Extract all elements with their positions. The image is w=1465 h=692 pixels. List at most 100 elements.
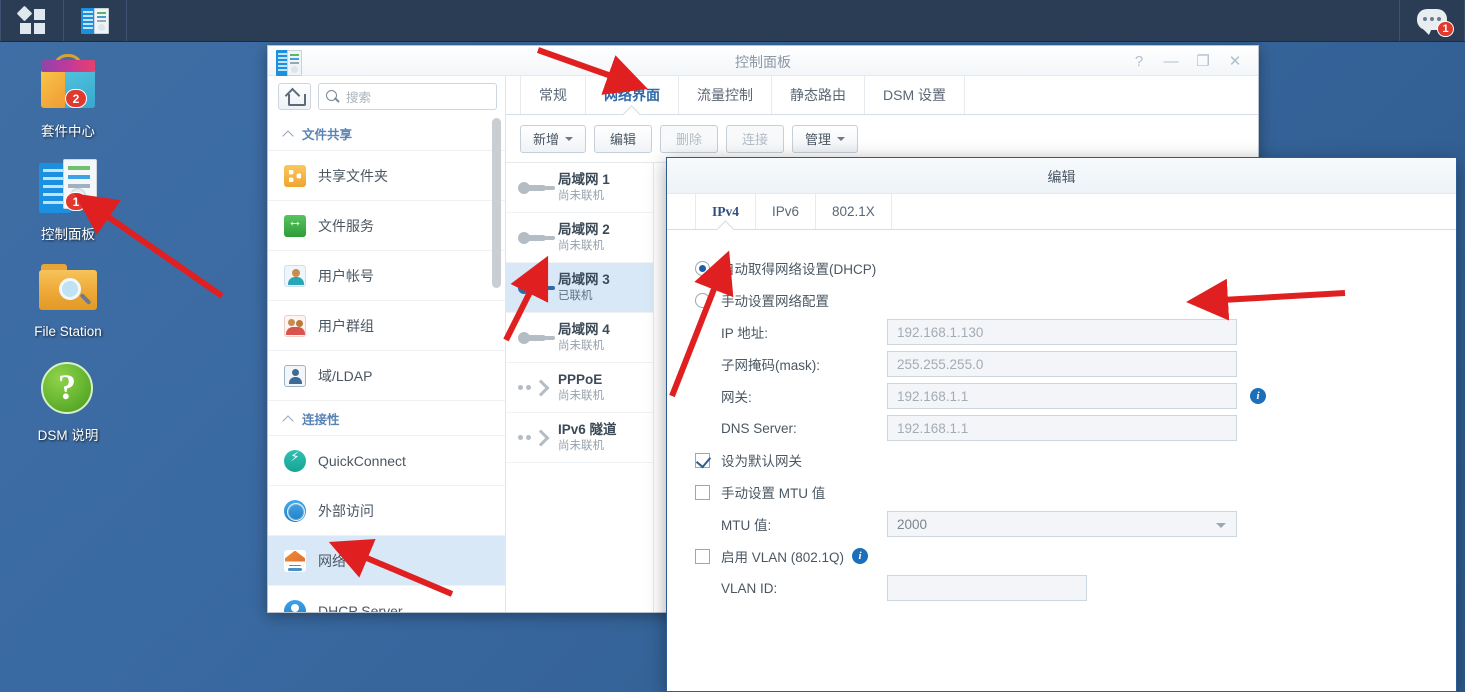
control-panel-titlebar[interactable]: 控制面板 ? — ❐ ✕ (268, 46, 1258, 76)
info-icon[interactable]: i (852, 548, 869, 564)
notification-badge: 1 (1437, 21, 1454, 37)
checkbox-manual-mtu[interactable] (695, 484, 710, 500)
delete-button[interactable]: 删除 (660, 124, 719, 153)
interface-name: 局域网 1 (558, 172, 610, 187)
default-gateway-label: 设为默认网关 (721, 454, 802, 469)
interface-name: IPv6 隧道 (558, 422, 617, 437)
radio-manual[interactable] (695, 292, 710, 308)
chevron-down-icon (1216, 523, 1226, 528)
home-button[interactable] (278, 83, 311, 110)
edit-button[interactable]: 编辑 (594, 124, 653, 153)
sidebar-group-file-sharing[interactable]: 文件共享 (268, 116, 505, 151)
sidebar-item-user-group[interactable]: 用户群组 (268, 301, 505, 351)
lan-icon (518, 179, 548, 197)
network-interface-list: 局域网 1 尚未联机 局域网 2 尚未联机 局域网 3 已联机 局域网 4 尚未… (506, 163, 654, 612)
interface-row-lan4[interactable]: 局域网 4 尚未联机 (506, 313, 653, 363)
window-title: 控制面板 (735, 54, 791, 70)
sidebar-item-dhcp-server[interactable]: DHCP Server (268, 586, 505, 612)
interface-row-ipv6-tunnel[interactable]: IPv6 隧道 尚未联机 (506, 413, 653, 463)
tab-8021x[interactable]: 802.1X (816, 194, 892, 229)
sidebar-item-network[interactable]: 网络 (268, 536, 505, 586)
sidebar-group-label: 文件共享 (302, 128, 353, 142)
tab-general[interactable]: 常规 (520, 76, 586, 114)
desktop-icon-dsm-help[interactable]: ? DSM 说明 (8, 356, 128, 444)
taskbar: 1 (0, 0, 1465, 42)
desktop-icon-control-panel[interactable]: 1 控制面板 (8, 155, 128, 243)
domain-ldap-icon (284, 364, 306, 387)
chevron-down-icon (565, 136, 574, 141)
file-service-icon (284, 213, 306, 237)
sidebar-item-label: 文件服务 (318, 217, 374, 234)
tab-network-interface[interactable]: 网络界面 (586, 76, 679, 114)
external-access-icon (284, 499, 306, 522)
vlan-id-input[interactable] (887, 575, 1087, 601)
interface-row-lan2[interactable]: 局域网 2 尚未联机 (506, 213, 653, 263)
tab-ipv4[interactable]: IPv4 (695, 194, 756, 229)
file-station-icon (35, 256, 101, 318)
desktop-icon-package-center[interactable]: 2 套件中心 (8, 52, 128, 140)
user-group-icon (284, 314, 306, 337)
edit-dialog-tabs: IPv4 IPv6 802.1X (667, 194, 1456, 230)
help-button[interactable]: ? (1124, 47, 1154, 75)
manage-button[interactable]: 管理 (792, 124, 859, 153)
radio-dhcp-label: 自动取得网络设置(DHCP) (721, 262, 877, 277)
sidebar-item-quickconnect[interactable]: QuickConnect (268, 436, 505, 486)
subnet-mask-input[interactable]: 255.255.255.0 (887, 351, 1237, 377)
radio-dhcp[interactable] (695, 260, 710, 276)
interface-name: 局域网 4 (558, 322, 610, 337)
dsm-help-icon: ? (35, 356, 101, 418)
sidebar-scrollbar-thumb[interactable] (492, 118, 501, 288)
tab-ipv6[interactable]: IPv6 (756, 194, 817, 229)
checkbox-default-gateway[interactable] (695, 452, 710, 468)
interface-row-lan1[interactable]: 局域网 1 尚未联机 (506, 163, 653, 213)
connect-button[interactable]: 连接 (726, 124, 785, 153)
sidebar-item-external-access[interactable]: 外部访问 (268, 486, 505, 536)
control-panel-tabs: 常规 网络界面 流量控制 静态路由 DSM 设置 (506, 76, 1258, 115)
connection-icon (518, 429, 548, 447)
mtu-value-select[interactable]: 2000 (887, 511, 1237, 537)
taskbar-item-control-panel[interactable] (64, 0, 126, 41)
radio-manual-label: 手动设置网络配置 (721, 294, 829, 309)
control-panel-toolbar: 新增 编辑 删除 连接 管理 (506, 115, 1258, 163)
close-button[interactable]: ✕ (1220, 47, 1250, 75)
control-panel-icon (81, 7, 109, 34)
notification-button[interactable]: 1 (1400, 0, 1464, 41)
sidebar-item-file-service[interactable]: 文件服务 (268, 201, 505, 251)
sidebar-item-shared-folder[interactable]: 共享文件夹 (268, 151, 505, 201)
field-row-ip-address: IP 地址: 192.168.1.130 (695, 316, 1456, 348)
tab-dsm-settings[interactable]: DSM 设置 (865, 76, 965, 114)
interface-row-pppoe[interactable]: PPPoE 尚未联机 (506, 363, 653, 413)
sidebar-item-user-account[interactable]: 用户帐号 (268, 251, 505, 301)
maximize-button[interactable]: ❐ (1188, 47, 1218, 75)
create-button-label: 新增 (533, 132, 560, 147)
taskbar-right-area: 1 (1399, 0, 1465, 41)
sidebar-item-domain-ldap[interactable]: 域/LDAP (268, 351, 505, 401)
manage-button-label: 管理 (805, 132, 832, 147)
search-input[interactable]: 搜索 (318, 83, 497, 110)
interface-row-lan3[interactable]: 局域网 3 已联机 (506, 263, 653, 313)
sidebar-group-connectivity[interactable]: 连接性 (268, 401, 505, 436)
checkbox-enable-vlan[interactable] (695, 548, 710, 564)
dns-server-input[interactable]: 192.168.1.1 (887, 415, 1237, 441)
desktop-icon-file-station[interactable]: File Station (8, 256, 128, 339)
user-account-icon (284, 264, 306, 287)
ip-address-input[interactable]: 192.168.1.130 (887, 319, 1237, 345)
edit-dialog-titlebar[interactable]: 编辑 (667, 158, 1456, 194)
field-row-dns-server: DNS Server: 192.168.1.1 (695, 412, 1456, 444)
field-row-vlan-id: VLAN ID: (695, 572, 1456, 604)
gateway-input[interactable]: 192.168.1.1 (887, 383, 1237, 409)
shared-folder-icon (284, 164, 306, 187)
sidebar-scrollbar-track[interactable] (492, 116, 503, 612)
interface-status: 已联机 (558, 290, 593, 302)
tab-traffic-control[interactable]: 流量控制 (679, 76, 772, 114)
desktop-icon-label: File Station (34, 324, 102, 339)
tab-static-route[interactable]: 静态路由 (772, 76, 865, 114)
mtu-value-label: MTU 值: (721, 518, 772, 533)
sidebar-item-label: 用户群组 (318, 317, 374, 334)
sidebar-item-label: 用户帐号 (318, 267, 374, 284)
app-menu-button[interactable] (1, 0, 63, 41)
info-icon[interactable]: i (1250, 388, 1266, 404)
minimize-button[interactable]: — (1156, 47, 1186, 75)
app-menu-icon (16, 5, 45, 34)
create-button[interactable]: 新增 (520, 124, 587, 153)
